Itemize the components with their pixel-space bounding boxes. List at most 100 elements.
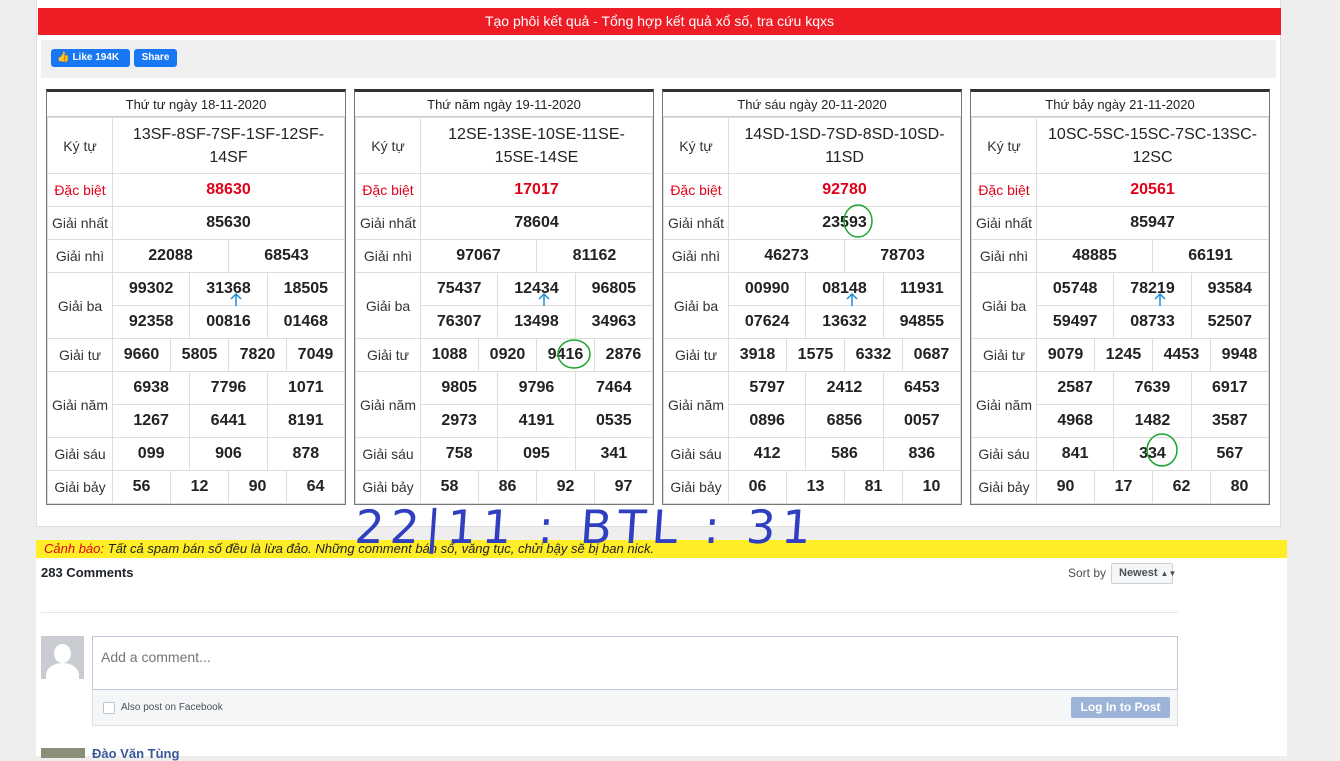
special-prize-value: 20561	[1036, 173, 1269, 207]
prize-value: 68543	[227, 239, 346, 273]
result-board: Thứ tư ngày 18-11-2020 Ký tự 13SF-8SF-7SF-…	[46, 89, 346, 505]
prize-value: 7820	[227, 338, 287, 372]
thumbs-up-icon: 👍	[57, 52, 70, 63]
results-table: Ký tự 10SC-5SC-15SC-7SC-13SC-12SC Đặc biệt…	[971, 117, 1270, 504]
prize-value: 78219	[1113, 272, 1192, 306]
prize-value: 1245	[1093, 338, 1153, 372]
prize-value: 7049	[285, 338, 346, 372]
table-row: Giải nhất 85630	[47, 206, 345, 240]
prize-value: 66191	[1151, 239, 1270, 273]
row-label: Giải bảy	[663, 470, 729, 504]
prize-value: 2412	[805, 371, 884, 405]
prize-value: 6856	[805, 404, 884, 438]
board-date: Thứ sáu ngày 20-11-2020	[663, 92, 961, 117]
comment-input[interactable]	[92, 636, 1178, 690]
table-row: Giải năm 2587 7639 6917	[971, 371, 1270, 438]
sort-caret-icon: ▲▼	[1160, 569, 1177, 578]
table-row: Đặc biệt 88630	[47, 173, 345, 207]
sort-select[interactable]: Newest ▲▼	[1111, 563, 1176, 584]
prize-value: 6938	[111, 371, 191, 405]
facebook-like-button[interactable]: 👍 Like 194K	[51, 49, 130, 67]
commenter-name[interactable]: Đào Văn Tùng	[92, 746, 179, 761]
comment-count: 283 Comments	[41, 565, 134, 580]
prize-value: 97067	[420, 239, 537, 273]
avatar	[41, 636, 84, 679]
facebook-share-button[interactable]: Share	[134, 49, 177, 67]
table-row: Giải bảy 56 12 90 64	[47, 470, 346, 504]
table-row: Giải ba 00990 08148 11931	[663, 272, 962, 339]
also-post-checkbox[interactable]	[103, 702, 115, 714]
prize-value: 1267	[111, 404, 191, 438]
row-label: Đặc biệt	[663, 173, 729, 207]
prize-value: 6917	[1190, 371, 1270, 405]
kytu-value: 14SD-1SD-7SD-8SD-10SD-11SD	[728, 117, 961, 174]
prize-value: 1071	[266, 371, 346, 405]
table-row: Giải nhì 48885 66191	[971, 239, 1270, 273]
prize-value: 94855	[882, 305, 962, 339]
prize-value: 90	[227, 470, 287, 504]
prize-value: 9796	[497, 371, 576, 405]
prize-value: 17	[1093, 470, 1153, 504]
row-label: Giải bảy	[47, 470, 113, 504]
board-date: Thứ năm ngày 19-11-2020	[355, 92, 653, 117]
prize-value: 08148	[805, 272, 884, 306]
prize-value: 095	[497, 437, 576, 471]
row-label: Ký tự	[47, 117, 113, 174]
row-label: Giải ba	[971, 272, 1037, 339]
prize-value: 1482	[1113, 404, 1192, 438]
comments-section: 283 Comments Sort by Newest▲▼ Also post …	[36, 558, 1287, 761]
prize-value: 3918	[728, 338, 787, 372]
row-label: Giải sáu	[663, 437, 729, 471]
prize-value: 07624	[727, 305, 807, 339]
prize-value: 78703	[843, 239, 962, 273]
row-label: Giải tư	[47, 338, 113, 372]
kytu-value: 10SC-5SC-15SC-7SC-13SC-12SC	[1036, 117, 1269, 174]
row-label: Giải nhất	[47, 206, 113, 240]
prize-value: 6453	[882, 371, 962, 405]
prize-value: 31368	[189, 272, 268, 306]
table-row: Giải nhất 23593	[663, 206, 961, 240]
login-to-post-button[interactable]: Log In to Post	[1071, 697, 1170, 718]
row-label: Đặc biệt	[47, 173, 113, 207]
prize-value: 586	[805, 437, 884, 471]
prize-value: 8191	[266, 404, 346, 438]
prize-value: 96805	[574, 272, 654, 306]
row-label: Giải ba	[355, 272, 421, 339]
row-label: Giải sáu	[47, 437, 113, 471]
prize-value: 5797	[727, 371, 807, 405]
prize-value: 08733	[1113, 305, 1192, 339]
prize-value: 758	[419, 437, 499, 471]
row-label: Đặc biệt	[355, 173, 421, 207]
row-label: Giải nhì	[47, 239, 113, 273]
table-row: Ký tự 14SD-1SD-7SD-8SD-10SD-11SD	[663, 117, 961, 174]
prize-value: 34963	[574, 305, 654, 339]
result-board: Thứ sáu ngày 20-11-2020 Ký tự 14SD-1SD-7SD…	[662, 89, 962, 505]
row-label: Giải ba	[47, 272, 113, 339]
table-row: Ký tự 12SE-13SE-10SE-11SE-15SE-14SE	[355, 117, 653, 174]
row-label: Giải tư	[663, 338, 729, 372]
prize-value: 567	[1190, 437, 1270, 471]
table-row: Giải bảy 90 17 62 80	[971, 470, 1270, 504]
table-row: Giải năm 5797 2412 6453	[663, 371, 962, 438]
prize-value: 0920	[477, 338, 537, 372]
row-label: Giải nhì	[663, 239, 729, 273]
prize-value: 48885	[1036, 239, 1153, 273]
also-post-label: Also post on Facebook	[121, 702, 223, 713]
prize-value: 52507	[1190, 305, 1270, 339]
row-label: Giải nhất	[971, 206, 1037, 240]
row-label: Đặc biệt	[971, 173, 1037, 207]
prize-value: 2587	[1035, 371, 1115, 405]
row-label: Ký tự	[971, 117, 1037, 174]
prize-value: 06	[728, 470, 787, 504]
row-label: Ký tự	[663, 117, 729, 174]
table-row: Giải sáu 412 586 836	[663, 437, 962, 471]
prize-value: 0896	[727, 404, 807, 438]
prize-value: 9416	[535, 338, 595, 372]
prize-value: 341	[574, 437, 654, 471]
prize-value: 9805	[419, 371, 499, 405]
prize-value: 334	[1113, 437, 1192, 471]
results-table: Ký tự 12SE-13SE-10SE-11SE-15SE-14SE Đặc bi…	[355, 117, 654, 504]
first-prize-value: 78604	[420, 206, 653, 240]
prize-value: 7464	[574, 371, 654, 405]
prize-value: 00990	[727, 272, 807, 306]
